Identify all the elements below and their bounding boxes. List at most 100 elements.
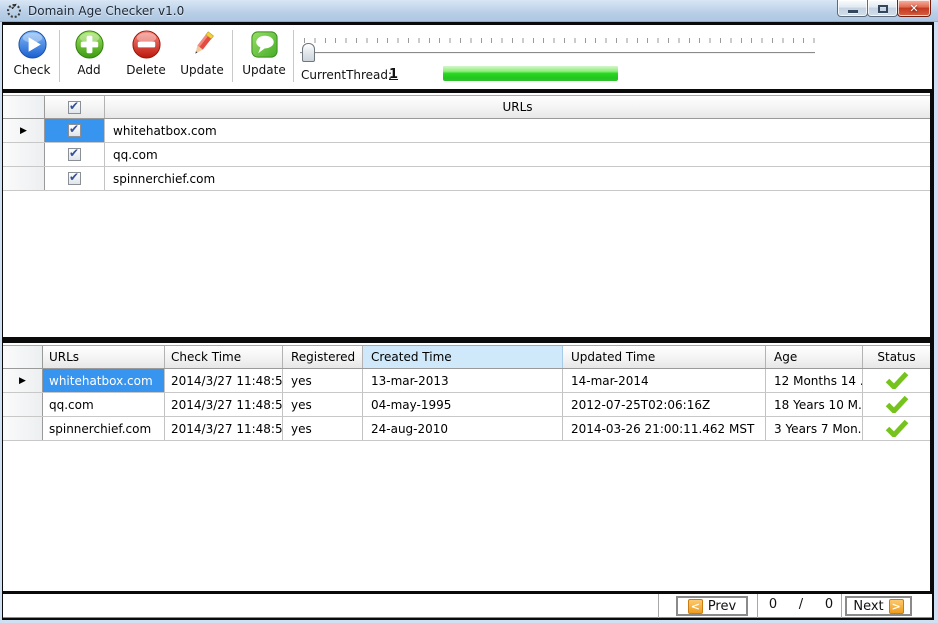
next-button[interactable]: Next > [845,596,912,616]
toolbar-separator [293,30,294,82]
pagination-bar: < Prev 0 / 0 Next > [3,594,932,618]
row-arrow-icon: ▶ [19,376,26,386]
row-header-corner [3,96,45,118]
result-cell-url[interactable]: spinnerchief.com [43,417,165,440]
result-cell-updated-time: 2014-03-26 21:00:11.462 MST [563,417,766,440]
result-row[interactable]: ▶ spinnerchief.com 2014/3/27 11:48:58 ye… [3,417,930,441]
total-pages: 0 [825,597,833,612]
footer-divider [658,594,659,618]
minimize-button[interactable] [837,0,868,17]
result-cell-check-time: 2014/3/27 11:48:50 [165,369,283,392]
url-cell[interactable]: qq.com [105,143,930,166]
column-header-updated-time[interactable]: Updated Time [563,346,766,368]
result-cell-updated-time: 2012-07-25T02:06:16Z [563,393,766,416]
url-checkbox-cell [45,167,105,190]
url-cell[interactable]: spinnerchief.com [105,167,930,190]
result-cell-age: 12 Months 14 ... [766,369,863,392]
row-indicator-cell: ▶ [3,393,43,416]
result-cell-url[interactable]: qq.com [43,393,165,416]
result-cell-check-time: 2014/3/27 11:48:58 [165,417,283,440]
status-check-icon [885,396,909,413]
window-title: Domain Age Checker v1.0 [28,4,184,18]
select-all-cell [45,96,105,118]
result-cell-status [863,369,930,392]
slider-track [300,52,815,54]
result-cell-check-time: 2014/3/27 11:48:55 [165,393,283,416]
maximize-icon [878,5,888,13]
url-row[interactable]: ▶ spinnerchief.com [3,167,930,191]
app-icon-check: ✓ [10,2,18,13]
result-cell-status [863,417,930,440]
minimize-icon [848,10,858,13]
results-table: URLs Check Time Registered Created Time … [3,343,930,591]
prev-button-label: Prev [708,599,736,614]
url-cell[interactable]: whitehatbox.com [105,119,930,142]
toolbar-separator [232,30,233,82]
toolbar-separator [59,30,60,82]
check-button-label: Check [14,63,51,77]
url-table: URLs ▶ whitehatbox.com ▶ qq.com ▶ spinne… [3,93,930,337]
row-indicator-cell: ▶ [3,369,43,392]
current-page: 0 [769,597,777,612]
delete-button-label: Delete [126,63,165,77]
row-indicator-cell: ▶ [3,417,43,440]
add-button[interactable]: Add [67,27,111,87]
column-header-registered[interactable]: Registered [283,346,363,368]
url-row[interactable]: ▶ qq.com [3,143,930,167]
titlebar: ✓ Domain Age Checker v1.0 ✕ [0,0,938,22]
page-separator: / [799,597,803,612]
urls-column-header[interactable]: URLs [105,96,930,118]
update-button-label: Update [180,63,223,77]
update-button[interactable]: Update [175,27,229,87]
slider-ticks [304,38,815,43]
slider-thumb[interactable] [302,43,315,62]
url-checkbox[interactable] [68,124,81,137]
result-cell-url[interactable]: whitehatbox.com [43,369,165,392]
delete-button[interactable]: Delete [122,27,170,87]
close-icon: ✕ [909,1,918,16]
check-button[interactable]: Check [9,27,55,87]
minus-icon [131,29,162,60]
column-header-check-time[interactable]: Check Time [165,346,283,368]
select-all-checkbox[interactable] [68,101,81,114]
window-controls: ✕ [837,0,931,17]
update-sync-button[interactable]: Update [237,27,291,87]
result-cell-registered: yes [283,393,363,416]
prev-button[interactable]: < Prev [676,596,748,616]
result-cell-status [863,393,930,416]
result-cell-created-time: 04-may-1995 [363,393,563,416]
column-header-urls[interactable]: URLs [43,346,165,368]
result-cell-updated-time: 14-mar-2014 [563,369,766,392]
update-sync-button-label: Update [242,63,285,77]
result-cell-created-time: 13-mar-2013 [363,369,563,392]
next-arrow-icon: > [889,599,904,614]
maximize-button[interactable] [867,0,898,17]
result-row[interactable]: ▶ whitehatbox.com 2014/3/27 11:48:50 yes… [3,369,930,393]
result-row[interactable]: ▶ qq.com 2014/3/27 11:48:55 yes 04-may-1… [3,393,930,417]
url-checkbox[interactable] [68,148,81,161]
url-checkbox[interactable] [68,172,81,185]
app-icon: ✓ [7,4,21,18]
row-arrow-icon: ▶ [20,126,27,136]
plus-icon [74,29,105,60]
row-indicator-cell: ▶ [3,143,45,166]
progress-bar [443,66,618,81]
row-header-corner [3,346,43,368]
url-row[interactable]: ▶ whitehatbox.com [3,119,930,143]
toolbar: Check Add Delete [3,25,932,89]
pencil-icon [187,29,218,60]
close-button[interactable]: ✕ [897,0,931,17]
column-header-status[interactable]: Status [863,346,930,368]
column-header-age[interactable]: Age [766,346,863,368]
column-header-created-time[interactable]: Created Time [363,346,563,368]
row-indicator-cell: ▶ [3,119,45,142]
add-button-label: Add [77,63,100,77]
url-checkbox-cell [45,143,105,166]
url-table-header: URLs [3,95,930,119]
prev-arrow-icon: < [688,599,703,614]
url-rows: ▶ whitehatbox.com ▶ qq.com ▶ spinnerchie… [3,119,930,191]
result-cell-age: 18 Years 10 M... [766,393,863,416]
progress-fill [443,66,618,81]
thread-slider[interactable] [300,35,815,63]
status-check-icon [885,420,909,437]
